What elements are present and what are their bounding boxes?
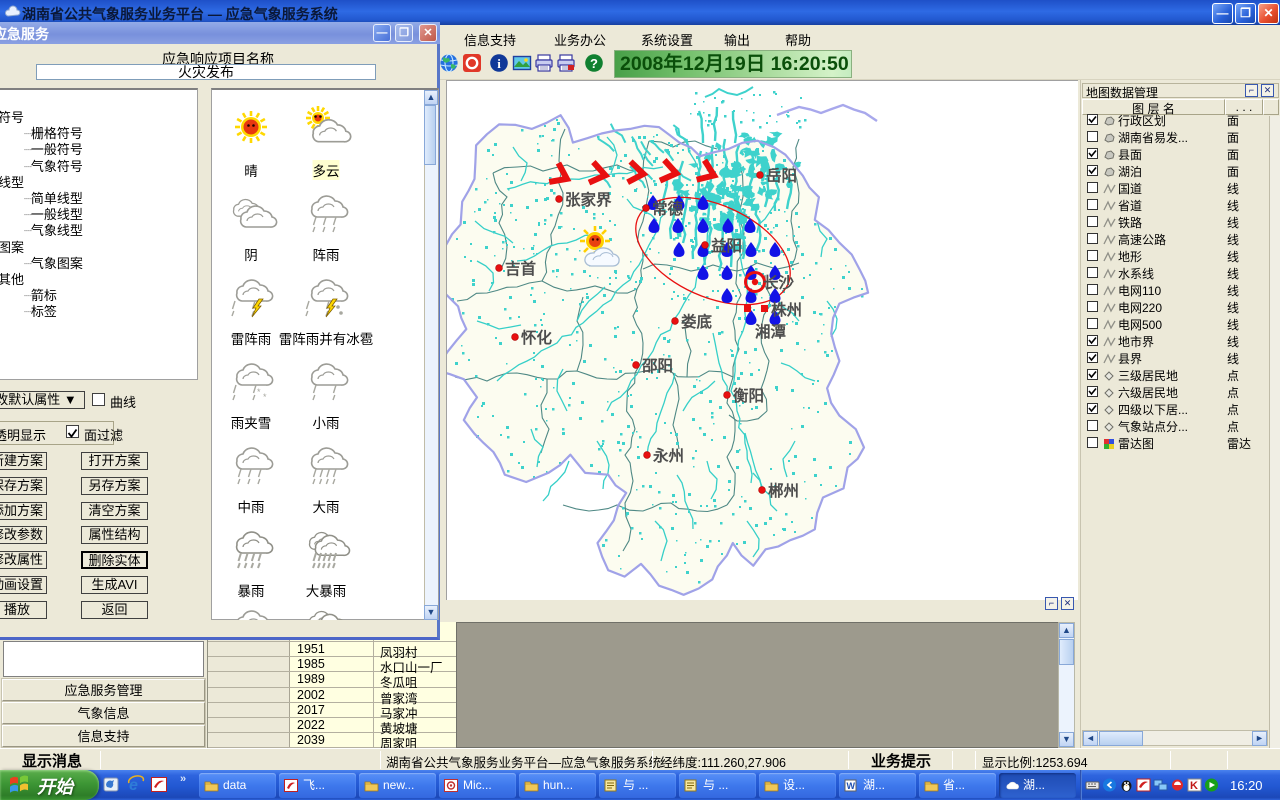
- svg-text:张家界: 张家界: [565, 190, 612, 209]
- svg-text:怀化: 怀化: [521, 328, 553, 347]
- svg-text:*: *: [263, 392, 267, 402]
- svg-text:娄底: 娄底: [681, 312, 713, 331]
- svg-text:*: *: [257, 387, 261, 397]
- svg-text:岳阳: 岳阳: [766, 166, 797, 185]
- svg-text:吉首: 吉首: [505, 259, 537, 278]
- svg-text:益阳: 益阳: [711, 236, 742, 255]
- svg-text:株州: 株州: [771, 300, 802, 319]
- svg-text:湘潭: 湘潭: [755, 322, 787, 341]
- svg-text:郴州: 郴州: [768, 481, 799, 500]
- svg-text:K: K: [1190, 780, 1198, 792]
- svg-text:i: i: [497, 56, 501, 71]
- svg-text:邵阳: 邵阳: [641, 357, 673, 375]
- svg-text:永州: 永州: [652, 446, 684, 465]
- svg-text:衡阳: 衡阳: [733, 386, 764, 405]
- svg-text:?: ?: [590, 56, 598, 71]
- svg-text:长沙: 长沙: [763, 273, 795, 292]
- svg-text:常德: 常德: [652, 199, 684, 218]
- svg-text:W: W: [847, 781, 856, 791]
